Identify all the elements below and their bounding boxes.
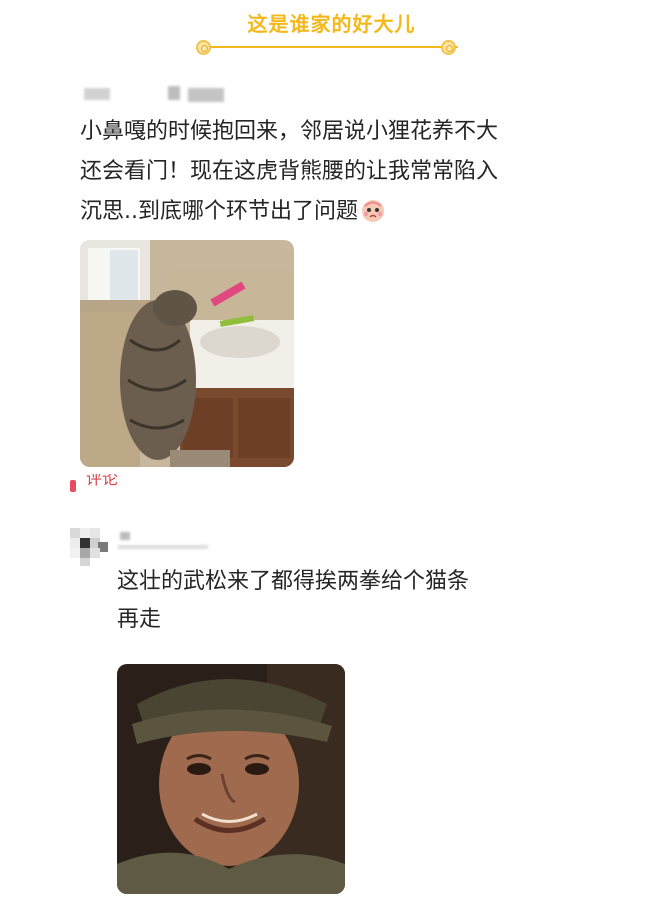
page-title: 这是谁家的好大儿 — [247, 12, 416, 36]
username-blurred — [84, 88, 110, 100]
avatar[interactable] — [70, 528, 108, 566]
post-line-text: 沉思..到底哪个环节出了问题 — [80, 199, 358, 224]
coin-icon — [441, 40, 456, 55]
pleading-face-emoji — [360, 198, 386, 224]
comment-marker — [70, 480, 76, 492]
commenter-name-blurred — [120, 532, 130, 540]
smiling-man-meme[interactable] — [117, 664, 345, 894]
comment-text: 这壮的武松来了都得挨两拳给个猫条 再走 — [117, 563, 587, 639]
post-text: 小鼻嘎的时候抱回来，邻居说小狸花养不大 还会看门！现在这虎背熊腰的让我常常陷入 … — [80, 112, 600, 232]
username-blurred — [168, 86, 180, 100]
coin-icon — [196, 40, 211, 55]
username-blurred — [188, 88, 224, 102]
post-line: 还会看门！现在这虎背熊腰的让我常常陷入 — [80, 159, 499, 184]
header-underline — [205, 46, 458, 48]
cat-at-sink-photo[interactable] — [80, 240, 294, 467]
comment-line: 再走 — [117, 607, 162, 632]
post-line: 小鼻嘎的时候抱回来，邻居说小狸花养不大 — [80, 119, 499, 144]
comment-divider: 评论 — [70, 474, 150, 496]
commenter-name-blurred — [118, 545, 208, 549]
comment-label: 评论 — [86, 474, 119, 488]
comment-line: 这壮的武松来了都得挨两拳给个猫条 — [117, 569, 470, 594]
post-line: 沉思..到底哪个环节出了问题 — [80, 192, 600, 232]
